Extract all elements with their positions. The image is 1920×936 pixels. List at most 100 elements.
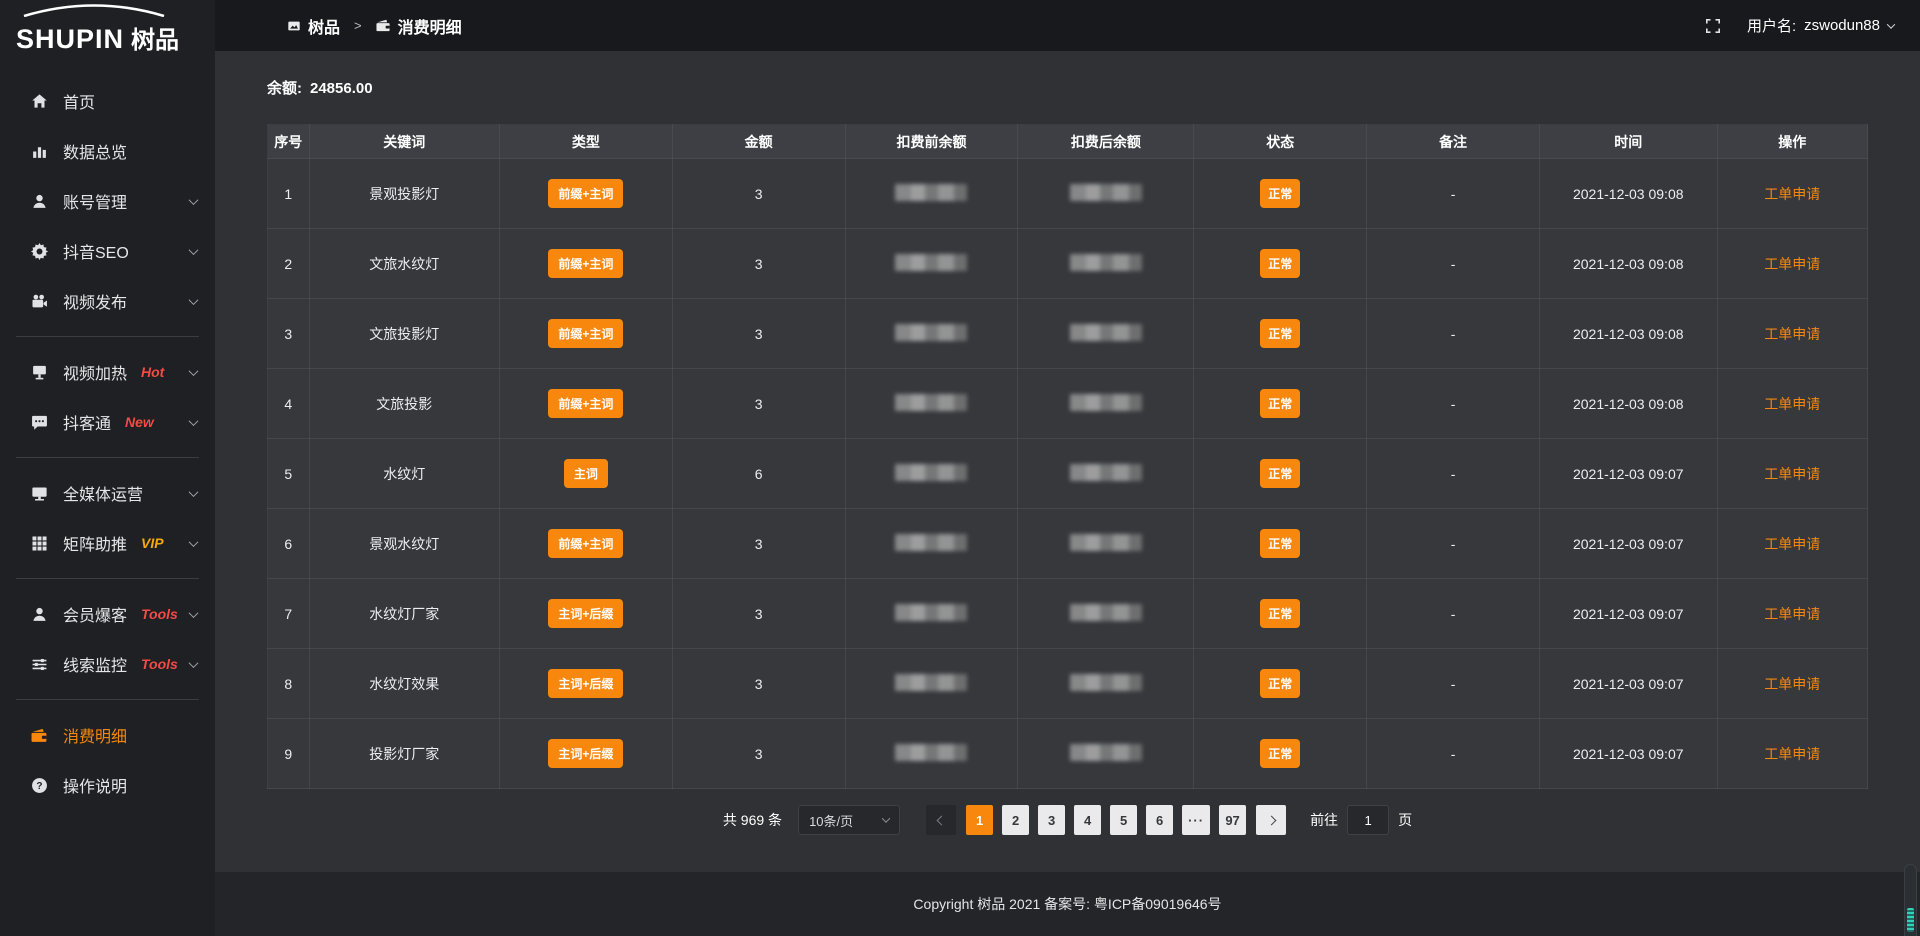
cell-keyword: 文旅投影 [309,369,499,439]
page-button-1[interactable]: 1 [966,805,993,835]
bar-chart-icon [30,142,48,160]
cell-keyword: 文旅投影灯 [309,299,499,369]
chevron-right-icon [1266,815,1276,825]
goto-page-input[interactable] [1347,805,1389,835]
blurred-balance [1070,324,1142,341]
sidebar-item-douyin-seo[interactable]: 抖音SEO [0,226,215,276]
user-menu[interactable]: 用户名: zswodun88 [1747,15,1894,36]
cell-balance-after [1018,649,1194,719]
blurred-balance [895,254,967,271]
blurred-balance [1070,394,1142,411]
work-order-link[interactable]: 工单申请 [1764,606,1820,622]
cell-balance-before [845,439,1018,509]
work-order-link[interactable]: 工单申请 [1764,256,1820,272]
fullscreen-icon[interactable] [1705,18,1721,34]
column-header: 扣费后余额 [1018,125,1194,159]
cell-keyword: 投影灯厂家 [309,719,499,789]
column-header: 时间 [1539,125,1717,159]
cell-remark: - [1367,579,1540,649]
prev-page-button[interactable] [926,805,956,835]
table-row: 6 景观水纹灯 前缀+主词 3 正常 - 2021-12-03 09:07 工单… [268,509,1868,579]
work-order-link[interactable]: 工单申请 [1764,396,1820,412]
cell-action: 工单申请 [1717,439,1867,509]
sidebar-item-video-heat[interactable]: 视频加热Hot [0,347,215,397]
sidebar-item-data-overview[interactable]: 数据总览 [0,126,215,176]
sliders-icon [30,655,48,673]
column-header: 关键词 [309,125,499,159]
sidebar-item-label: 视频发布 [63,289,127,313]
table-row: 9 投影灯厂家 主词+后缀 3 正常 - 2021-12-03 09:07 工单… [268,719,1868,789]
table-row: 1 景观投影灯 前缀+主词 3 正常 - 2021-12-03 09:08 工单… [268,159,1868,229]
logo-text-cn: 树品 [131,20,179,55]
sidebar-item-matrix-boost[interactable]: 矩阵助推VIP [0,518,215,568]
page-button-5[interactable]: 5 [1110,805,1137,835]
status-badge: 正常 [1260,179,1300,208]
page-ellipsis-button[interactable]: ··· [1182,805,1210,835]
page-size-select[interactable]: 10条/页 [798,805,900,835]
blurred-balance [895,534,967,551]
sidebar-item-account-management[interactable]: 账号管理 [0,176,215,226]
table-row: 2 文旅水纹灯 前缀+主词 3 正常 - 2021-12-03 09:08 工单… [268,229,1868,299]
cell-keyword: 文旅水纹灯 [309,229,499,299]
table-body: 1 景观投影灯 前缀+主词 3 正常 - 2021-12-03 09:08 工单… [268,159,1868,789]
blurred-balance [1070,184,1142,201]
sidebar-item-operation-guide[interactable]: ?操作说明 [0,760,215,810]
breadcrumb-current: 消费明细 [398,14,462,38]
cell-balance-after [1018,579,1194,649]
sidebar-item-consumption-detail[interactable]: 消费明细 [0,710,215,760]
pagination: 共 969 条 10条/页 123456···97 前往 页 [267,805,1868,835]
logo-text-en: SHUPIN [16,24,124,55]
menu-divider [16,336,199,337]
page-button-6[interactable]: 6 [1146,805,1173,835]
cell-status: 正常 [1194,649,1367,719]
chevron-down-icon [882,814,890,822]
sidebar-item-video-publish[interactable]: 视频发布 [0,276,215,326]
cell-time: 2021-12-03 09:08 [1539,229,1717,299]
work-order-link[interactable]: 工单申请 [1764,466,1820,482]
work-order-link[interactable]: 工单申请 [1764,326,1820,342]
page-button-3[interactable]: 3 [1038,805,1065,835]
work-order-link[interactable]: 工单申请 [1764,746,1820,762]
page-list: 123456 ··· 97 [966,805,1246,835]
column-header: 备注 [1367,125,1540,159]
sidebar-item-label: 抖音SEO [63,239,129,263]
work-order-link[interactable]: 工单申请 [1764,186,1820,202]
next-page-button[interactable] [1256,805,1286,835]
status-badge: 正常 [1260,599,1300,628]
cell-index: 8 [268,649,310,719]
cell-index: 9 [268,719,310,789]
cell-balance-before [845,579,1018,649]
page-button-2[interactable]: 2 [1002,805,1029,835]
work-order-link[interactable]: 工单申请 [1764,536,1820,552]
work-order-link[interactable]: 工单申请 [1764,676,1820,692]
cell-status: 正常 [1194,439,1367,509]
chevron-down-icon [189,416,199,426]
cell-keyword: 景观水纹灯 [309,509,499,579]
consumption-table: 序号关键词类型金额扣费前余额扣费后余额状态备注时间操作 1 景观投影灯 前缀+主… [267,124,1868,789]
floating-widget[interactable] [1904,864,1917,936]
page-button-4[interactable]: 4 [1074,805,1101,835]
type-badge: 主词+后缀 [548,739,623,768]
column-header: 状态 [1194,125,1367,159]
cell-action: 工单申请 [1717,159,1867,229]
sidebar-item-member-burst[interactable]: 会员爆客Tools [0,589,215,639]
main-column: 树品 > 消费明细 用户名: zswodun88 余额: [215,0,1920,936]
cell-type: 前缀+主词 [499,229,672,299]
menu-tag: New [125,414,154,430]
menu-tag: VIP [141,535,164,551]
cell-remark: - [1367,509,1540,579]
cell-remark: - [1367,369,1540,439]
blurred-balance [895,604,967,621]
cell-amount: 3 [672,579,845,649]
sidebar-item-label: 会员爆客 [63,602,127,626]
sidebar-item-home[interactable]: 首页 [0,76,215,126]
table-header-row: 序号关键词类型金额扣费前余额扣费后余额状态备注时间操作 [268,125,1868,159]
sidebar-item-lead-monitor[interactable]: 线索监控Tools [0,639,215,689]
sidebar-item-douketong[interactable]: 抖客通New [0,397,215,447]
breadcrumb-root[interactable]: 树品 [308,14,340,38]
brand-logo: SHUPIN 树品 [0,0,215,62]
blurred-balance [895,324,967,341]
status-badge: 正常 [1260,529,1300,558]
page-button-97[interactable]: 97 [1219,805,1246,835]
sidebar-item-all-media-operation[interactable]: 全媒体运营 [0,468,215,518]
